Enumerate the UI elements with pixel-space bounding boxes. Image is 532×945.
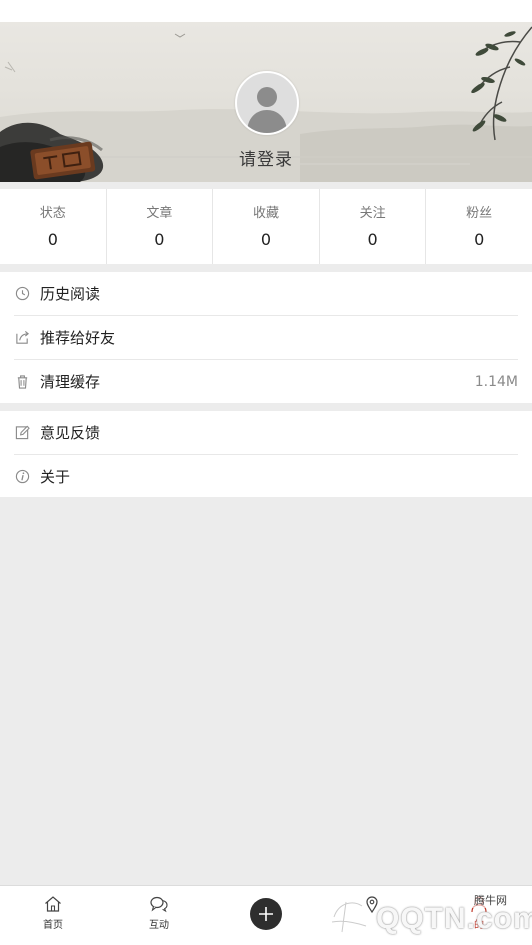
- stat-followers[interactable]: 粉丝 0: [426, 189, 532, 264]
- tab-home[interactable]: 首页: [13, 886, 93, 945]
- menu-section-primary: 历史阅读 推荐给好友 清理缓存 1.14M: [0, 272, 532, 403]
- home-icon: [43, 894, 63, 914]
- menu-item-recommend[interactable]: 推荐给好友: [14, 316, 518, 360]
- stat-label: 状态: [39, 206, 66, 221]
- stat-label: 收藏: [252, 206, 279, 221]
- stat-value: 0: [474, 230, 485, 249]
- tab-nearby[interactable]: [332, 886, 412, 945]
- stat-following[interactable]: 关注 0: [320, 189, 427, 264]
- stat-status[interactable]: 状态 0: [0, 189, 107, 264]
- stat-favorites[interactable]: 收藏 0: [213, 189, 320, 264]
- status-bar: [0, 0, 532, 22]
- stat-value: 0: [367, 230, 378, 249]
- chat-bubbles-icon: [149, 894, 169, 914]
- menu-item-feedback[interactable]: 意见反馈: [14, 411, 518, 455]
- location-icon: [362, 894, 382, 914]
- share-icon: [14, 330, 30, 346]
- profile-header-banner: 请登录: [0, 22, 532, 182]
- menu-item-label: 清理缓存: [40, 373, 101, 391]
- user-avatar[interactable]: [235, 71, 299, 135]
- stat-articles[interactable]: 文章 0: [107, 189, 214, 264]
- menu-item-history[interactable]: 历史阅读: [14, 272, 518, 316]
- stat-value: 0: [260, 230, 272, 249]
- bottom-tab-bar: 首页 互动 的: [0, 885, 532, 945]
- menu-item-label: 意见反馈: [40, 424, 101, 442]
- menu-item-about[interactable]: 关于: [14, 455, 518, 498]
- menu-item-label: 推荐给好友: [40, 329, 116, 347]
- login-prompt[interactable]: 请登录: [0, 145, 532, 170]
- tab-add-post[interactable]: [226, 886, 306, 945]
- stat-label: 关注: [359, 206, 386, 221]
- info-icon: [14, 469, 30, 485]
- stat-label: 粉丝: [466, 206, 493, 221]
- tab-label: 首页: [43, 920, 63, 931]
- tab-interact[interactable]: 互动: [119, 886, 199, 945]
- stat-label: 文章: [146, 206, 173, 221]
- user-icon: [469, 894, 489, 914]
- cache-size-value: 1.14M: [474, 373, 518, 390]
- trash-icon: [14, 374, 30, 390]
- tab-label: 的: [474, 920, 484, 931]
- user-stats-bar: 状态 0 文章 0 收藏 0 关注 0 粉丝 0: [0, 189, 532, 264]
- stat-value: 0: [154, 230, 165, 249]
- menu-item-label: 历史阅读: [40, 285, 101, 303]
- menu-item-clear-cache[interactable]: 清理缓存 1.14M: [14, 360, 518, 403]
- menu-item-label: 关于: [40, 468, 71, 486]
- menu-section-secondary: 意见反馈 关于: [0, 411, 532, 497]
- edit-icon: [14, 425, 30, 441]
- default-user-icon: [247, 87, 287, 133]
- clock-icon: [14, 286, 30, 302]
- tab-mine[interactable]: 的: [439, 886, 519, 945]
- tab-label: 互动: [149, 920, 169, 931]
- stat-value: 0: [47, 230, 58, 249]
- add-icon: [250, 898, 282, 930]
